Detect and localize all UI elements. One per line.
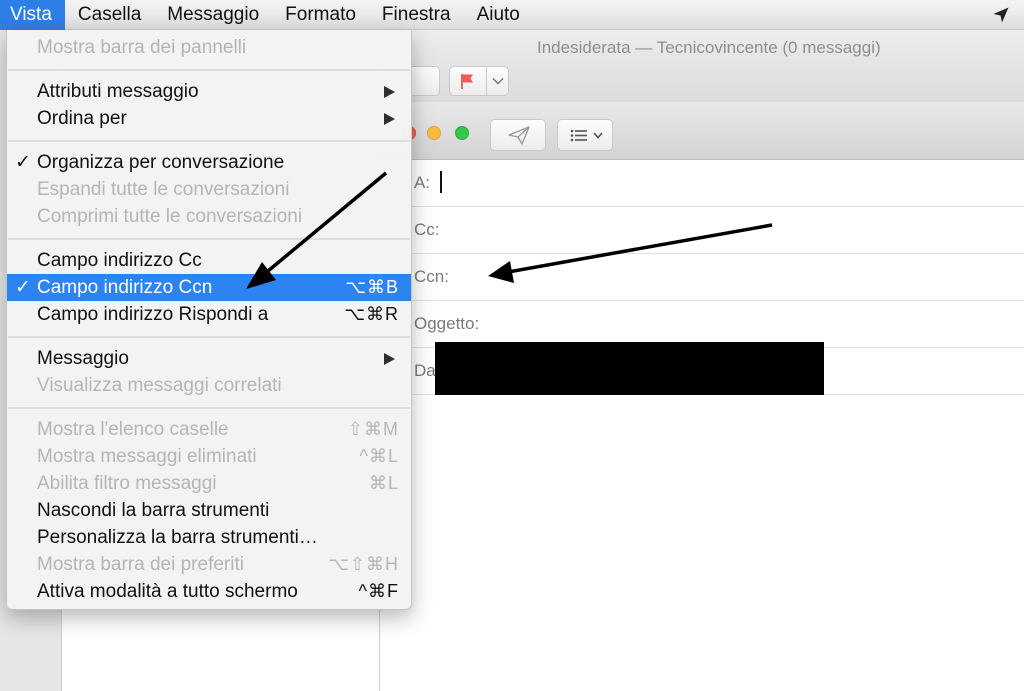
menu-item-label: Visualizza messaggi correlati	[37, 375, 282, 396]
list-icon	[570, 129, 587, 142]
compose-toolbar	[380, 102, 1024, 160]
menu-item-label: Mostra messaggi eliminati	[37, 446, 257, 467]
menu-item: Mostra messaggi eliminati ^⌘L	[7, 443, 411, 470]
checkmark-icon: ✓	[15, 277, 31, 298]
to-label: A:	[414, 173, 431, 192]
flag-button[interactable]	[449, 66, 487, 96]
menu-separator	[8, 238, 410, 240]
menu-item-label: Messaggio	[37, 348, 129, 369]
menu-item-label: Mostra barra dei pannelli	[37, 37, 247, 58]
chevron-down-icon	[593, 132, 603, 139]
menu-separator	[8, 69, 410, 71]
menu-item[interactable]: ✓ Campo indirizzo Ccn ⌥⌘B	[7, 274, 411, 301]
flag-icon	[461, 74, 473, 89]
viewer-window-title: Indesiderata — Tecnicovincente (0 messag…	[537, 38, 881, 57]
menu-item[interactable]: Personalizza la barra strumenti…	[7, 524, 411, 551]
menu-item[interactable]: ✓ Organizza per conversazione	[7, 149, 411, 176]
menu-item-label: Campo indirizzo Cc	[37, 250, 202, 271]
redacted-sender	[435, 342, 824, 395]
menu-item-shortcut: ⌘L	[368, 473, 399, 493]
to-field[interactable]: A:	[380, 160, 1024, 207]
location-arrow-icon[interactable]	[992, 6, 1010, 24]
paper-plane-icon	[508, 126, 530, 145]
menu-item-label: Abilita filtro messaggi	[37, 473, 217, 494]
menubar: Vista Casella Messaggio Formato Finestra…	[0, 0, 1024, 30]
submenu-arrow-icon	[384, 353, 395, 365]
menu-item-shortcut: ⇧⌘M	[347, 419, 399, 439]
menu-item[interactable]: Attiva modalità a tutto schermo ^⌘F	[7, 578, 411, 605]
menu-finestra[interactable]: Finestra	[369, 0, 464, 30]
menu-item: Mostra barra dei preferiti ⌥⇧⌘H	[7, 551, 411, 578]
minimize-window-button[interactable]	[427, 126, 441, 140]
menu-separator	[8, 336, 410, 338]
menu-item-shortcut: ⌥⌘R	[344, 304, 399, 324]
menu-item-label: Mostra barra dei preferiti	[37, 554, 244, 575]
menu-item-label: Attributi messaggio	[37, 81, 199, 102]
checkmark-icon: ✓	[15, 152, 31, 173]
menu-item-shortcut: ⌥⌘B	[345, 277, 399, 297]
menu-item: Mostra l'elenco caselle ⇧⌘M	[7, 416, 411, 443]
text-cursor	[440, 171, 442, 193]
menu-item-label: Ordina per	[37, 108, 127, 129]
menu-item-label: Campo indirizzo Rispondi a	[37, 304, 269, 325]
menu-item-label: Personalizza la barra strumenti…	[37, 527, 318, 548]
menu-item-label: Attiva modalità a tutto schermo	[37, 581, 298, 602]
menu-vista[interactable]: Vista	[0, 0, 65, 30]
menu-item[interactable]: Nascondi la barra strumenti	[7, 497, 411, 524]
fullscreen-window-button[interactable]	[455, 126, 469, 140]
menu-item[interactable]: Ordina per	[7, 105, 411, 132]
menu-item[interactable]: Messaggio	[7, 345, 411, 372]
menu-item[interactable]: Attributi messaggio	[7, 78, 411, 105]
menu-item-label: Espandi tutte le conversazioni	[37, 179, 290, 200]
menu-item: Abilita filtro messaggi ⌘L	[7, 470, 411, 497]
menu-item-label: Nascondi la barra strumenti	[37, 500, 270, 521]
menu-item: Comprimi tutte le conversazioni	[7, 203, 411, 230]
cc-label: Cc:	[414, 220, 440, 239]
chevron-down-icon	[492, 77, 504, 85]
bcc-field[interactable]: Ccn:	[380, 254, 1024, 301]
menu-separator	[8, 140, 410, 142]
menu-item-shortcut: ^⌘F	[358, 581, 399, 601]
format-list-button[interactable]	[557, 119, 613, 151]
menu-item-label: Campo indirizzo Ccn	[37, 277, 213, 298]
menu-item: Visualizza messaggi correlati	[7, 372, 411, 399]
cc-field[interactable]: Cc:	[380, 207, 1024, 254]
menu-item-label: Organizza per conversazione	[37, 152, 285, 173]
menu-item-shortcut: ^⌘L	[359, 446, 399, 466]
from-label: Da	[414, 361, 436, 380]
subject-label: Oggetto:	[414, 314, 480, 333]
flag-menu-button[interactable]	[486, 66, 509, 96]
menu-item[interactable]: Campo indirizzo Cc	[7, 247, 411, 274]
menu-item: Mostra barra dei pannelli	[7, 34, 411, 61]
menu-casella[interactable]: Casella	[65, 0, 154, 30]
bcc-label: Ccn:	[414, 267, 449, 286]
menu-item-label: Comprimi tutte le conversazioni	[37, 206, 303, 227]
submenu-arrow-icon	[384, 113, 395, 125]
menu-item-label: Mostra l'elenco caselle	[37, 419, 229, 440]
menu-separator	[8, 407, 410, 409]
menu-aiuto[interactable]: Aiuto	[464, 0, 533, 30]
menu-item: Espandi tutte le conversazioni	[7, 176, 411, 203]
view-menu-dropdown: Mostra barra dei pannelli Attributi messa…	[6, 30, 412, 610]
menu-item[interactable]: Campo indirizzo Rispondi a ⌥⌘R	[7, 301, 411, 328]
submenu-arrow-icon	[384, 86, 395, 98]
compose-window: A: Cc: Ccn: Oggetto: Da	[380, 102, 1024, 691]
menu-messaggio[interactable]: Messaggio	[154, 0, 272, 30]
send-button[interactable]	[490, 119, 546, 151]
subject-field[interactable]: Oggetto:	[380, 301, 1024, 348]
menu-formato[interactable]: Formato	[272, 0, 369, 30]
menu-item-shortcut: ⌥⇧⌘H	[328, 554, 399, 574]
